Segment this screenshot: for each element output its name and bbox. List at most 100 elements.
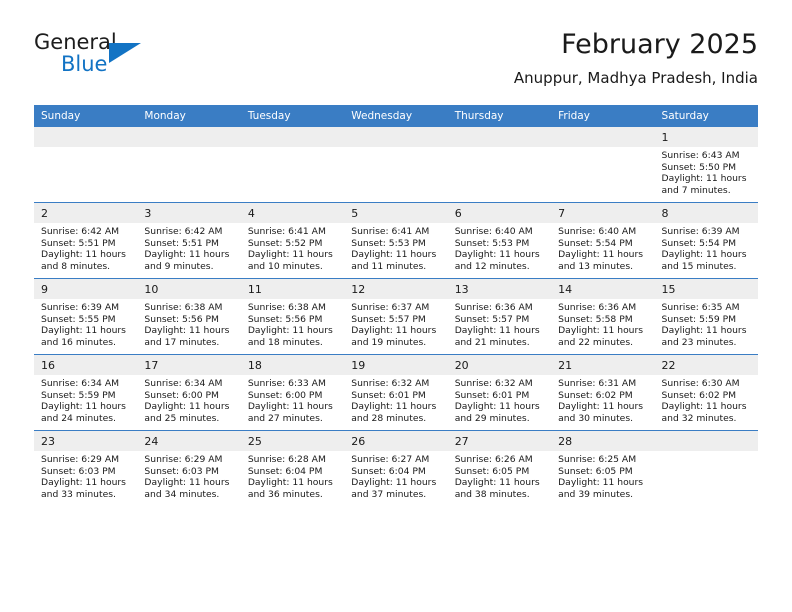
calendar-day-cell[interactable]: 18 Sunrise: 6:33 AM Sunset: 6:00 PM Dayligh… <box>240 354 345 431</box>
day-number: 19 <box>344 355 448 375</box>
calendar-day-cell[interactable]: 8 Sunrise: 6:39 AM Sunset: 5:54 PM Daylight… <box>654 202 758 279</box>
logo-text-blue: Blue <box>61 52 108 76</box>
sunrise-text: Sunrise: 6:32 AM <box>351 378 430 389</box>
day-number: 25 <box>240 431 345 451</box>
sunrise-text: Sunrise: 6:43 AM <box>661 150 740 161</box>
day-number: 11 <box>240 279 345 299</box>
sunset-text: Sunset: 5:54 PM <box>661 237 737 249</box>
calendar-day-cell[interactable]: 6 Sunrise: 6:40 AM Sunset: 5:53 PM Daylight… <box>447 202 552 279</box>
daylight-text: Daylight: 11 hours and 36 minutes. <box>247 477 333 500</box>
calendar-day-cell[interactable]: 24 Sunrise: 6:29 AM Sunset: 6:03 PM Dayligh… <box>137 430 241 506</box>
sunrise-text: Sunrise: 6:35 AM <box>661 302 740 313</box>
sunset-text: Sunset: 6:05 PM <box>454 465 530 477</box>
calendar-week-row: 23 Sunrise: 6:29 AM Sunset: 6:03 PM Dayligh… <box>34 430 758 506</box>
day-sun-info: Sunrise: 6:40 AM Sunset: 5:53 PM Daylight:… <box>448 223 551 272</box>
calendar-day-cell[interactable]: 27 Sunrise: 6:26 AM Sunset: 6:05 PM Dayligh… <box>447 430 552 506</box>
calendar-day-cell[interactable]: 16 Sunrise: 6:34 AM Sunset: 5:59 PM Dayligh… <box>34 354 138 431</box>
day-sun-info: Sunrise: 6:29 AM Sunset: 6:03 PM Daylight:… <box>137 451 240 500</box>
calendar-day-cell[interactable]: 11 Sunrise: 6:38 AM Sunset: 5:56 PM Dayligh… <box>240 278 345 355</box>
general-blue-logo[interactable]: General Blue <box>34 30 184 86</box>
sunrise-text: Sunrise: 6:40 AM <box>454 226 533 237</box>
sunset-text: Sunset: 6:01 PM <box>351 389 426 401</box>
calendar-day-cell[interactable]: 26 Sunrise: 6:27 AM Sunset: 6:04 PM Dayligh… <box>344 430 448 506</box>
daylight-text: Daylight: 11 hours and 29 minutes. <box>454 401 540 424</box>
day-sun-info: Sunrise: 6:38 AM Sunset: 5:56 PM Daylight:… <box>241 299 344 348</box>
calendar-day-cell[interactable]: 9 Sunrise: 6:39 AM Sunset: 5:55 PM Daylight… <box>34 278 138 355</box>
daylight-text: Daylight: 11 hours and 12 minutes. <box>454 249 540 272</box>
day-sun-info: Sunrise: 6:38 AM Sunset: 5:56 PM Daylight:… <box>137 299 240 348</box>
day-sun-info: Sunrise: 6:34 AM Sunset: 6:00 PM Daylight:… <box>137 375 240 424</box>
daylight-text: Daylight: 11 hours and 39 minutes. <box>558 477 644 500</box>
daylight-text: Daylight: 11 hours and 21 minutes. <box>454 325 540 348</box>
daylight-text: Daylight: 11 hours and 25 minutes. <box>144 401 230 424</box>
calendar-day-cell[interactable]: 22 Sunrise: 6:30 AM Sunset: 6:02 PM Dayligh… <box>654 354 758 431</box>
day-sun-info: Sunrise: 6:42 AM Sunset: 5:51 PM Daylight:… <box>137 223 240 272</box>
calendar-body: 1 Sunrise: 6:43 AM Sunset: 5:50 PM Daylight… <box>34 127 758 506</box>
calendar-day-cell-empty <box>447 127 552 203</box>
sunset-text: Sunset: 5:52 PM <box>247 237 323 249</box>
sunset-text: Sunset: 5:57 PM <box>454 313 530 325</box>
sunset-text: Sunset: 5:53 PM <box>351 237 426 249</box>
calendar-day-cell[interactable]: 14 Sunrise: 6:36 AM Sunset: 5:58 PM Dayligh… <box>551 278 655 355</box>
weekday-header-friday: Friday <box>551 105 655 127</box>
day-sun-info: Sunrise: 6:25 AM Sunset: 6:05 PM Daylight:… <box>551 451 654 500</box>
daylight-text: Daylight: 11 hours and 7 minutes. <box>661 173 747 196</box>
day-sun-info: Sunrise: 6:34 AM Sunset: 5:59 PM Daylight:… <box>34 375 137 424</box>
calendar-day-cell[interactable]: 12 Sunrise: 6:37 AM Sunset: 5:57 PM Dayligh… <box>344 278 448 355</box>
sunset-text: Sunset: 5:58 PM <box>558 313 633 325</box>
sunrise-text: Sunrise: 6:39 AM <box>661 226 740 237</box>
day-sun-info: Sunrise: 6:41 AM Sunset: 5:53 PM Daylight:… <box>344 223 447 272</box>
sunrise-text: Sunrise: 6:29 AM <box>144 454 223 465</box>
calendar-day-cell[interactable]: 21 Sunrise: 6:31 AM Sunset: 6:02 PM Dayligh… <box>551 354 655 431</box>
day-sun-info: Sunrise: 6:31 AM Sunset: 6:02 PM Daylight:… <box>551 375 654 424</box>
day-number: 14 <box>551 279 655 299</box>
sunset-text: Sunset: 6:05 PM <box>558 465 633 477</box>
calendar-day-cell[interactable]: 25 Sunrise: 6:28 AM Sunset: 6:04 PM Dayligh… <box>240 430 345 506</box>
day-sun-info: Sunrise: 6:36 AM Sunset: 5:58 PM Daylight:… <box>551 299 654 348</box>
sunrise-text: Sunrise: 6:39 AM <box>41 302 120 313</box>
weekday-header-sunday: Sunday <box>34 105 138 127</box>
calendar-grid: Sunday Monday Tuesday Wednesday Thursday… <box>34 105 758 506</box>
calendar-day-cell[interactable]: 7 Sunrise: 6:40 AM Sunset: 5:54 PM Daylight… <box>551 202 655 279</box>
sunset-text: Sunset: 5:51 PM <box>41 237 116 249</box>
calendar-day-cell[interactable]: 13 Sunrise: 6:36 AM Sunset: 5:57 PM Dayligh… <box>447 278 552 355</box>
daylight-text: Daylight: 11 hours and 32 minutes. <box>661 401 747 424</box>
sunset-text: Sunset: 5:50 PM <box>661 161 737 173</box>
day-number <box>137 127 241 147</box>
day-number: 24 <box>137 431 241 451</box>
sunrise-text: Sunrise: 6:34 AM <box>41 378 120 389</box>
calendar-day-cell[interactable]: 4 Sunrise: 6:41 AM Sunset: 5:52 PM Daylight… <box>240 202 345 279</box>
calendar-day-cell[interactable]: 28 Sunrise: 6:25 AM Sunset: 6:05 PM Dayligh… <box>551 430 655 506</box>
calendar-day-cell[interactable]: 10 Sunrise: 6:38 AM Sunset: 5:56 PM Dayligh… <box>137 278 241 355</box>
daylight-text: Daylight: 11 hours and 19 minutes. <box>351 325 437 348</box>
day-number: 2 <box>34 203 138 223</box>
calendar-day-cell[interactable]: 23 Sunrise: 6:29 AM Sunset: 6:03 PM Dayligh… <box>34 430 138 506</box>
calendar-day-cell-empty <box>137 127 241 203</box>
sunrise-text: Sunrise: 6:40 AM <box>558 226 637 237</box>
daylight-text: Daylight: 11 hours and 28 minutes. <box>351 401 437 424</box>
day-number: 22 <box>654 355 758 375</box>
calendar-day-cell[interactable]: 15 Sunrise: 6:35 AM Sunset: 5:59 PM Dayligh… <box>654 278 758 355</box>
daylight-text: Daylight: 11 hours and 15 minutes. <box>661 249 747 272</box>
day-sun-info: Sunrise: 6:29 AM Sunset: 6:03 PM Daylight:… <box>34 451 137 500</box>
daylight-text: Daylight: 11 hours and 37 minutes. <box>351 477 437 500</box>
day-number: 5 <box>344 203 448 223</box>
calendar-day-cell[interactable]: 1 Sunrise: 6:43 AM Sunset: 5:50 PM Daylight… <box>654 127 758 203</box>
calendar-day-cell[interactable]: 5 Sunrise: 6:41 AM Sunset: 5:53 PM Daylight… <box>344 202 448 279</box>
day-sun-info: Sunrise: 6:37 AM Sunset: 5:57 PM Daylight:… <box>344 299 447 348</box>
calendar-day-cell[interactable]: 2 Sunrise: 6:42 AM Sunset: 5:51 PM Daylight… <box>34 202 138 279</box>
calendar-day-cell[interactable]: 3 Sunrise: 6:42 AM Sunset: 5:51 PM Daylight… <box>137 202 241 279</box>
sunset-text: Sunset: 6:02 PM <box>558 389 633 401</box>
page-subtitle-location: Anuppur, Madhya Pradesh, India <box>513 69 758 87</box>
calendar-day-cell[interactable]: 17 Sunrise: 6:34 AM Sunset: 6:00 PM Dayligh… <box>137 354 241 431</box>
sunrise-text: Sunrise: 6:28 AM <box>247 454 326 465</box>
day-number <box>240 127 345 147</box>
sunrise-text: Sunrise: 6:27 AM <box>351 454 430 465</box>
calendar-day-cell[interactable]: 20 Sunrise: 6:32 AM Sunset: 6:01 PM Dayligh… <box>447 354 552 431</box>
day-number <box>551 127 655 147</box>
weekday-header-tuesday: Tuesday <box>240 105 345 127</box>
day-number <box>447 127 552 147</box>
day-sun-info: Sunrise: 6:39 AM Sunset: 5:54 PM Daylight:… <box>655 223 758 272</box>
calendar-day-cell[interactable]: 19 Sunrise: 6:32 AM Sunset: 6:01 PM Dayligh… <box>344 354 448 431</box>
page-title: February 2025 <box>561 29 758 60</box>
